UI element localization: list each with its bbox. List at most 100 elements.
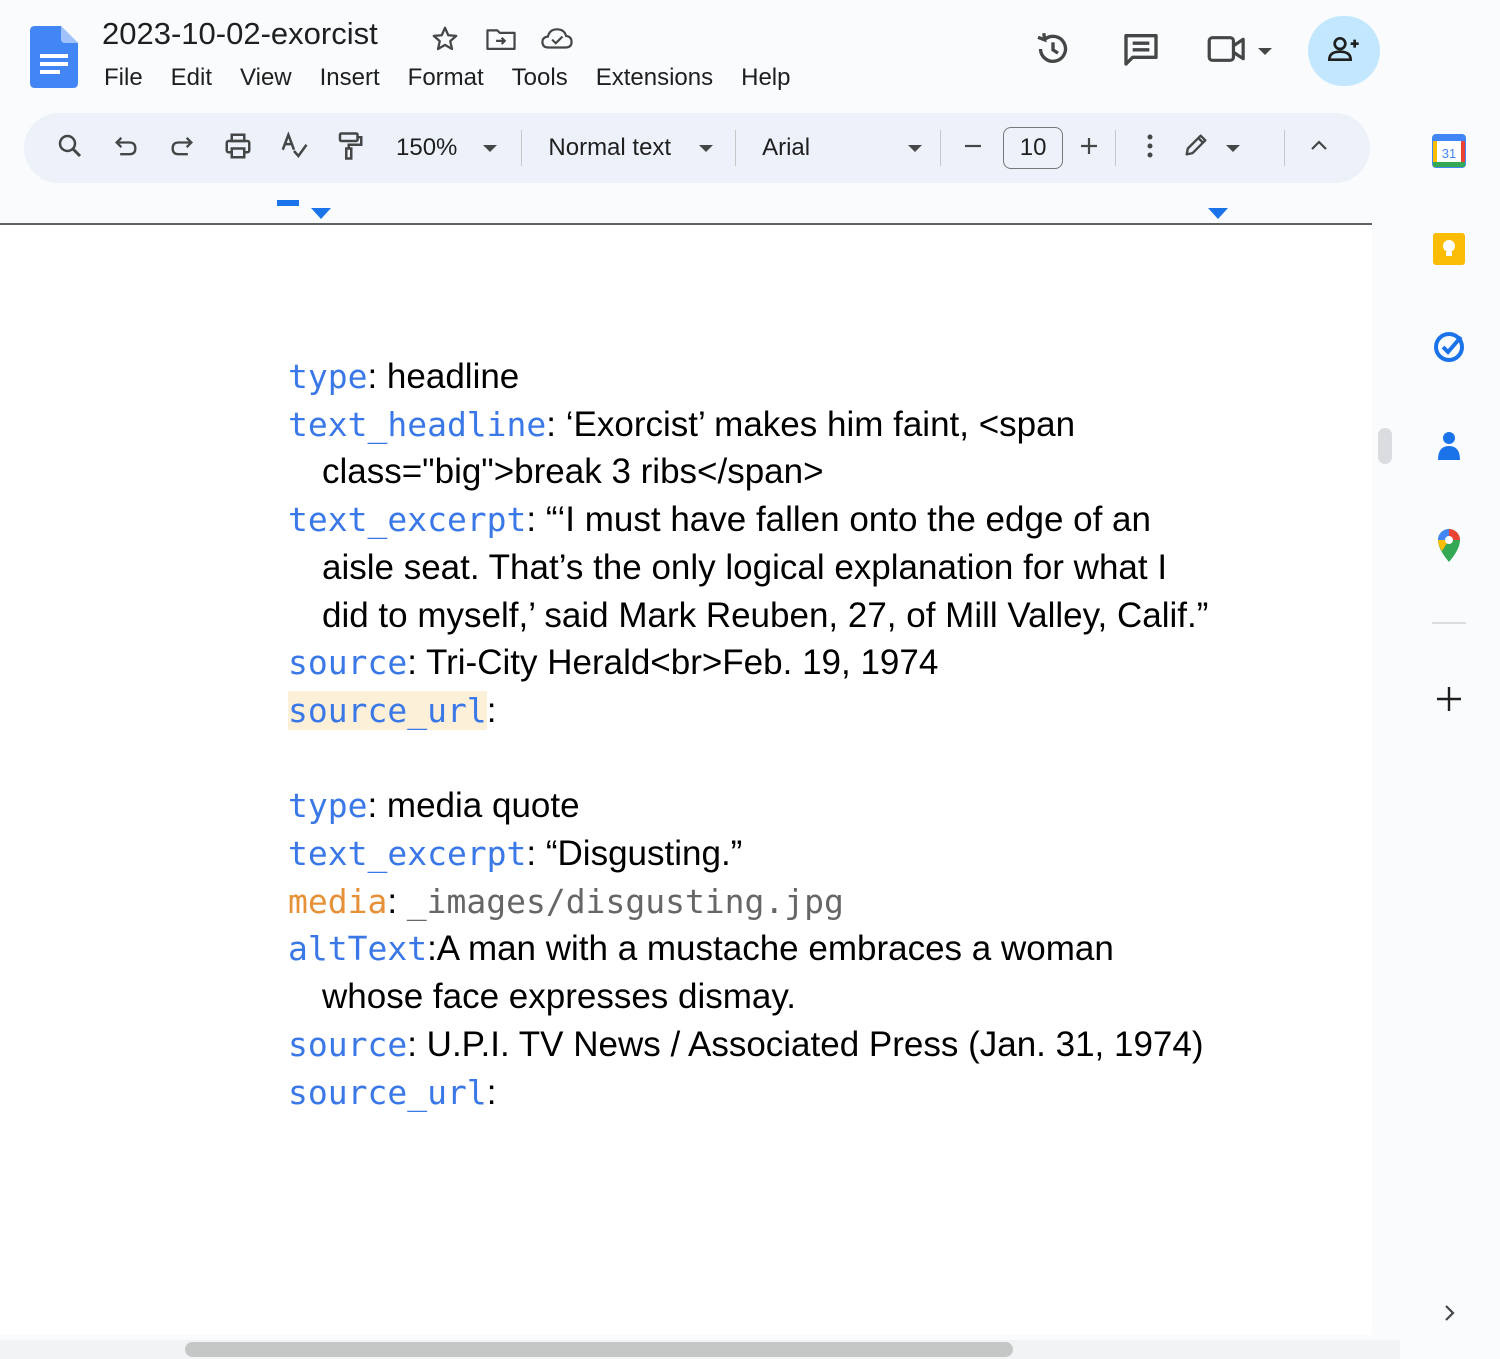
search-icon bbox=[55, 131, 85, 166]
field-value: did to myself,’ said Mark Reuben, 27, of… bbox=[322, 595, 1209, 635]
text-line: did to myself,’ said Mark Reuben, 27, of… bbox=[288, 592, 1248, 640]
keep-icon[interactable] bbox=[1430, 230, 1468, 268]
side-panel bbox=[1400, 0, 1500, 1359]
video-camera-icon bbox=[1206, 31, 1248, 72]
text-line: text_headline: ‘Exorcist’ makes him fain… bbox=[288, 401, 1248, 449]
chevron-down-icon bbox=[1258, 47, 1272, 55]
text-line: text_excerpt: “Disgusting.” bbox=[288, 830, 1248, 878]
zoom-value: 150% bbox=[396, 134, 458, 161]
star-icon[interactable] bbox=[428, 22, 462, 56]
text-line: class="big">break 3 ribs</span> bbox=[288, 448, 1248, 496]
more-vert-icon bbox=[1146, 133, 1154, 164]
editing-mode-select[interactable] bbox=[1182, 131, 1241, 166]
menu-help[interactable]: Help bbox=[727, 62, 804, 94]
menu-view[interactable]: View bbox=[226, 62, 306, 94]
formatting-toolbar: 150% Normal text Arial 10 bbox=[24, 113, 1370, 183]
comments-button[interactable] bbox=[1110, 16, 1172, 86]
vertical-scrollbar[interactable] bbox=[1378, 428, 1392, 464]
style-value: Normal text bbox=[548, 134, 672, 161]
field-key-highlighted: source_url bbox=[288, 690, 487, 730]
calendar-icon[interactable]: 31 bbox=[1430, 132, 1468, 170]
comment-icon bbox=[1121, 29, 1161, 74]
cloud-status-icon[interactable] bbox=[540, 22, 574, 56]
right-indent-marker[interactable] bbox=[1208, 208, 1228, 219]
field-key: text_headline bbox=[288, 404, 547, 444]
menu-format[interactable]: Format bbox=[394, 62, 498, 94]
field-value: : headline bbox=[367, 357, 520, 396]
docs-logo-icon[interactable] bbox=[30, 26, 78, 88]
field-key: source bbox=[288, 643, 408, 683]
print-button[interactable] bbox=[210, 120, 266, 176]
maps-icon[interactable] bbox=[1430, 526, 1468, 564]
document-title[interactable]: 2023-10-02-exorcist bbox=[102, 16, 378, 52]
text-line: type: headline bbox=[288, 353, 1248, 401]
text-line: type: media quote bbox=[288, 782, 1248, 830]
show-side-panel-button[interactable] bbox=[1430, 1296, 1468, 1334]
font-family-select[interactable]: Arial bbox=[762, 134, 923, 162]
contacts-icon[interactable] bbox=[1430, 426, 1468, 464]
divider bbox=[940, 130, 942, 166]
history-icon bbox=[1033, 29, 1073, 74]
undo-button[interactable] bbox=[98, 120, 154, 176]
document-body[interactable]: type: headline text_headline: ‘Exorcist’… bbox=[288, 353, 1248, 1116]
increase-font-size-button[interactable] bbox=[1063, 120, 1115, 176]
chevron-down-icon bbox=[908, 144, 923, 152]
field-value: :A man with a mustache embraces a woman bbox=[427, 929, 1114, 969]
hide-menus-button[interactable] bbox=[1297, 120, 1341, 176]
redo-icon bbox=[168, 132, 196, 165]
paint-format-button[interactable] bbox=[322, 120, 378, 176]
menu-tools[interactable]: Tools bbox=[498, 62, 582, 94]
field-key: media bbox=[288, 881, 388, 921]
field-value: : bbox=[486, 690, 497, 730]
move-folder-icon[interactable] bbox=[484, 22, 518, 56]
document-page[interactable]: type: headline text_headline: ‘Exorcist’… bbox=[0, 225, 1372, 1335]
first-line-indent-marker[interactable] bbox=[277, 200, 299, 206]
field-value: _images/disgusting.jpg bbox=[406, 881, 844, 921]
get-add-ons-button[interactable] bbox=[1430, 682, 1468, 720]
divider bbox=[735, 130, 737, 166]
spellcheck-icon bbox=[279, 130, 309, 166]
meet-button[interactable] bbox=[1196, 16, 1282, 86]
paragraph-style-select[interactable]: Normal text bbox=[548, 134, 714, 162]
field-key: type bbox=[288, 786, 368, 826]
text-line: whose face expresses dismay. bbox=[288, 973, 1248, 1021]
left-indent-marker[interactable] bbox=[311, 208, 331, 219]
field-value: whose face expresses dismay. bbox=[322, 977, 797, 1017]
text-line: source: U.P.I. TV News / Associated Pres… bbox=[288, 1021, 1248, 1069]
menu-extensions[interactable]: Extensions bbox=[582, 62, 727, 94]
more-options-button[interactable] bbox=[1128, 120, 1172, 176]
menu-edit[interactable]: Edit bbox=[157, 62, 226, 94]
redo-button[interactable] bbox=[154, 120, 210, 176]
text-line: source_url: bbox=[288, 1069, 1248, 1117]
menu-insert[interactable]: Insert bbox=[306, 62, 394, 94]
field-value: : U.P.I. TV News / Associated Press (Jan… bbox=[407, 1024, 1204, 1064]
horizontal-scrollbar[interactable] bbox=[185, 1342, 1013, 1357]
calendar-day: 31 bbox=[1442, 146, 1456, 161]
side-panel-divider bbox=[1432, 622, 1466, 624]
font-size-input[interactable]: 10 bbox=[1003, 127, 1064, 169]
version-history-button[interactable] bbox=[1022, 16, 1084, 86]
divider bbox=[521, 130, 523, 166]
plus-icon bbox=[1078, 135, 1100, 162]
zoom-select[interactable]: 150% bbox=[396, 134, 498, 162]
share-button[interactable] bbox=[1308, 16, 1380, 86]
divider bbox=[1284, 130, 1286, 166]
search-menus-button[interactable] bbox=[42, 120, 98, 176]
pencil-icon bbox=[1182, 131, 1210, 166]
text-line: text_excerpt: “‘I must have fallen onto … bbox=[288, 496, 1248, 544]
field-value: : “Disgusting.” bbox=[526, 834, 743, 874]
field-key: text_excerpt bbox=[288, 500, 527, 540]
plus-icon bbox=[1435, 685, 1463, 718]
print-icon bbox=[223, 131, 253, 166]
text-line: media: _images/disgusting.jpg bbox=[288, 878, 1248, 926]
tasks-icon[interactable] bbox=[1430, 328, 1468, 366]
field-key: type bbox=[288, 357, 368, 396]
decrease-font-size-button[interactable] bbox=[953, 120, 993, 176]
menu-file[interactable]: File bbox=[90, 62, 157, 94]
spellcheck-button[interactable] bbox=[266, 120, 322, 176]
chevron-up-icon bbox=[1308, 135, 1330, 162]
chevron-down-icon bbox=[483, 144, 498, 152]
field-value: : bbox=[486, 1072, 497, 1112]
field-separator: : bbox=[387, 881, 407, 921]
